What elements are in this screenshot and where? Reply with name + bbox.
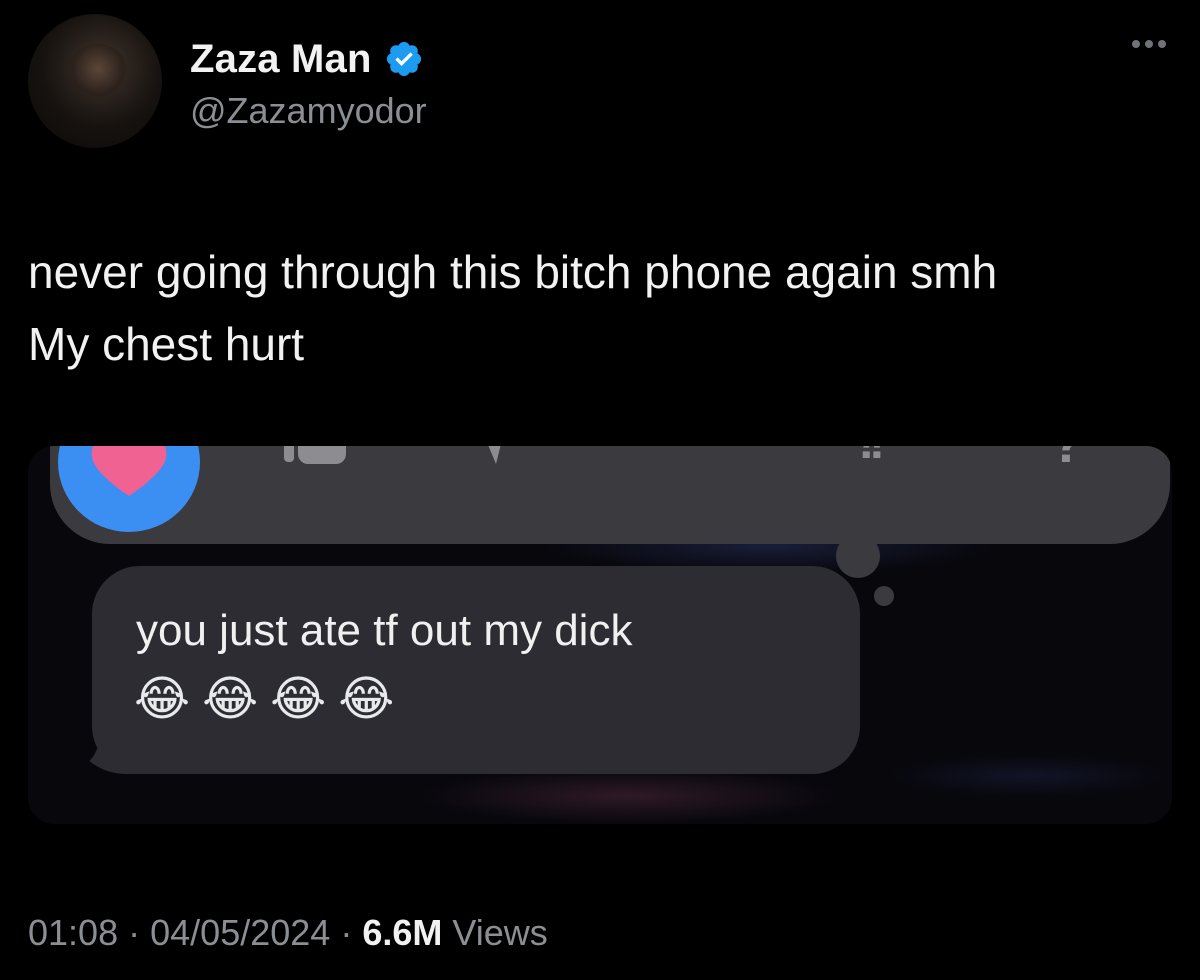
thumbs-down-icon (488, 446, 501, 464)
reaction-tail (836, 534, 880, 578)
separator: · (128, 912, 141, 953)
tweet-line: My chest hurt (28, 318, 305, 370)
avatar[interactable] (28, 14, 162, 148)
tweet-meta: 01:08 · 04/05/2024 · 6.6M Views (28, 912, 548, 954)
tweet-text: never going through this bitch phone aga… (28, 236, 1168, 380)
question-reaction: ? (1050, 446, 1084, 475)
display-name[interactable]: Zaza Man (190, 37, 372, 82)
message-emojis: 😂😂😂😂 (134, 673, 407, 726)
views-label[interactable]: Views (452, 912, 547, 953)
thumbs-up-icon (284, 446, 346, 464)
handle[interactable]: @Zazamyodor (190, 90, 427, 132)
reaction-tail (874, 586, 894, 606)
verified-badge-icon (386, 41, 421, 77)
reaction-bar: HA !! ? (50, 446, 1170, 544)
heart-icon (91, 446, 167, 496)
views-count[interactable]: 6.6M (362, 912, 442, 953)
exclamation-reaction: !! (858, 446, 885, 470)
tweet-time[interactable]: 01:08 (28, 912, 118, 953)
message-bubble (92, 566, 860, 774)
tweet-date[interactable]: 04/05/2024 (150, 912, 330, 953)
more-options-icon[interactable] (1132, 40, 1166, 48)
heart-reaction (58, 446, 200, 532)
tweet-line: never going through this bitch phone aga… (28, 246, 998, 298)
message-text: you just ate tf out my dick (136, 606, 633, 655)
separator: · (340, 912, 353, 953)
tweet-media[interactable]: HA !! ? you just ate tf out my dick 😂😂😂😂 (28, 446, 1172, 824)
author-row: Zaza Man (190, 34, 424, 84)
